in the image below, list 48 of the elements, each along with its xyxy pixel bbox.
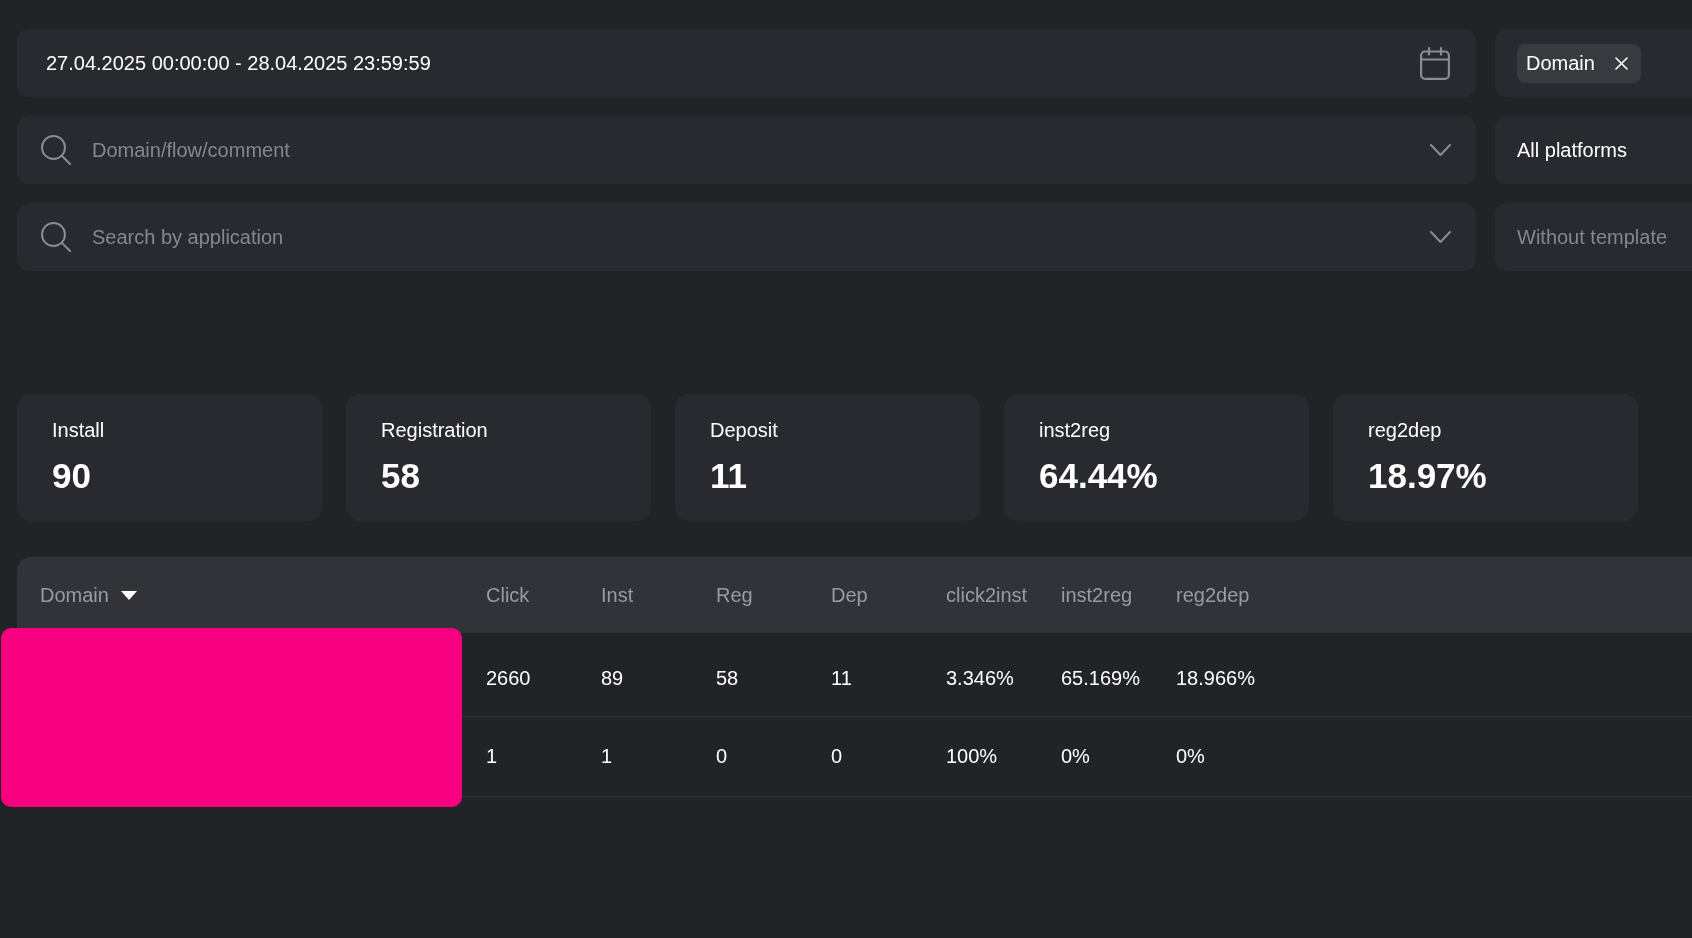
search-input[interactable]: Search by application <box>92 222 1409 252</box>
column-header: click2inst <box>946 583 1028 607</box>
table-cell: 1 <box>601 745 613 768</box>
stat-value: 90 <box>52 456 91 496</box>
table-cell: 3.346% <box>946 666 1014 690</box>
close-icon[interactable] <box>1614 56 1628 70</box>
chevron-down-icon[interactable] <box>1430 231 1451 243</box>
template-select[interactable]: Without template <box>1495 203 1692 271</box>
column-header: Dep <box>831 583 868 607</box>
table-cell: 100% <box>946 745 998 768</box>
date-range-field[interactable]: 27.04.2025 00:00:00 - 28.04.2025 23:59:59 <box>17 29 1476 97</box>
table-cell: 58 <box>716 666 739 690</box>
table-cell: 65.169% <box>1061 666 1140 690</box>
search-icon <box>41 135 71 165</box>
stat-label: Install <box>52 418 105 442</box>
group-by-field[interactable]: Domain <box>1495 29 1692 97</box>
table-cell: 11 <box>831 666 852 690</box>
platform-select[interactable]: All platforms <box>1495 116 1692 184</box>
table-cell: 0% <box>1061 745 1090 768</box>
table-cell: 1 <box>486 745 498 768</box>
column-header: reg2dep <box>1176 583 1250 607</box>
stat-value: 11 <box>710 456 747 496</box>
column-header: Inst <box>601 583 634 607</box>
stat-label: Registration <box>381 418 488 442</box>
column-header: Domain <box>40 583 109 607</box>
stat-label: Deposit <box>710 418 778 442</box>
table-cell: 0% <box>1176 745 1205 768</box>
search-field[interactable]: Domain/flow/comment <box>17 116 1476 184</box>
table-cell: 0 <box>716 745 728 768</box>
column-header: Reg <box>716 583 753 607</box>
stat-value: 58 <box>381 456 420 496</box>
table-cell: 89 <box>601 666 624 690</box>
table-cell: 2660 <box>486 666 531 690</box>
caret-down-icon[interactable] <box>120 590 137 600</box>
search-input[interactable]: Domain/flow/comment <box>92 135 1409 165</box>
table-cell: 0 <box>831 745 843 768</box>
filter-chip[interactable]: Domain <box>1517 43 1641 83</box>
stat-label: reg2dep <box>1368 418 1442 442</box>
stat-value: 64.44% <box>1039 456 1158 496</box>
calendar-icon[interactable] <box>1420 46 1450 80</box>
chevron-down-icon[interactable] <box>1430 144 1451 156</box>
column-header: inst2reg <box>1061 583 1133 607</box>
search-field[interactable]: Search by application <box>17 203 1476 271</box>
stat-value: 18.97% <box>1368 456 1487 496</box>
column-header: Click <box>486 583 530 607</box>
search-icon <box>41 222 71 252</box>
stat-label: inst2reg <box>1039 418 1111 442</box>
table-cell: 18.966% <box>1176 666 1255 690</box>
